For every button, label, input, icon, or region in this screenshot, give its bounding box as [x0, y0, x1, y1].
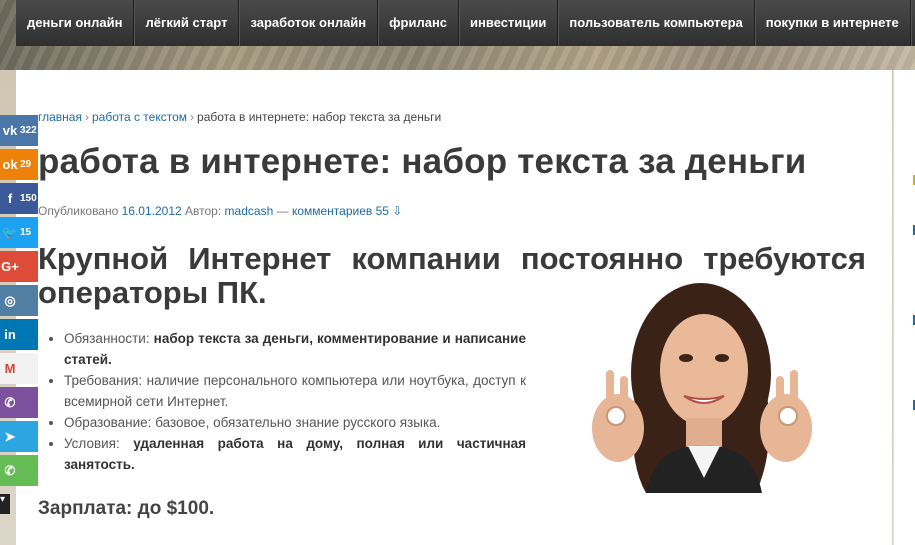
list-item-value: базовое, обязательно знание русского язы…	[155, 415, 441, 430]
breadcrumb-home[interactable]: главная	[38, 110, 82, 124]
nav-item-easy-start[interactable]: лёгкий старт	[134, 0, 240, 46]
gmail-icon: M	[4, 361, 16, 376]
share-toggle-icon[interactable]: ▾	[0, 494, 10, 514]
nav-item-freelance[interactable]: фриланс	[378, 0, 460, 46]
share-count: 150	[20, 193, 37, 204]
list-item-label: Образование:	[64, 415, 152, 430]
page-title: работа в интернете: набор текста за день…	[38, 142, 807, 181]
share-button-instagram[interactable]: ◎	[0, 285, 38, 316]
post-date-link[interactable]: 16.01.2012	[122, 204, 182, 218]
list-item-label: Условия:	[64, 436, 120, 451]
share-button-linkedin[interactable]: in	[0, 319, 38, 350]
breadcrumb-separator: ›	[190, 110, 195, 124]
meta-published-label: Опубликовано	[38, 204, 119, 218]
comments-link[interactable]: комментариев 55 ⇩	[292, 204, 402, 218]
list-item: Обязанности: набор текста за деньги, ком…	[64, 328, 526, 370]
telegram-icon: ➤	[4, 428, 16, 444]
breadcrumb: главная › работа с текстом › работа в интерн…	[38, 110, 441, 124]
share-button-viber[interactable]: ✆	[0, 387, 38, 418]
instagram-icon: ◎	[4, 292, 16, 308]
google-plus-icon: G+	[1, 259, 19, 274]
salary-text: Зарплата: до $100.	[38, 498, 215, 519]
odnoklassniki-icon: ok	[2, 157, 18, 172]
list-item-label: Обязанности:	[64, 331, 150, 346]
share-button-whatsapp[interactable]: ✆	[0, 455, 38, 486]
linkedin-icon: in	[4, 327, 16, 342]
list-item-label: Требования:	[64, 373, 143, 388]
nav-item-computer-user[interactable]: пользователь компьютера	[558, 0, 755, 46]
share-count: 322	[20, 125, 37, 136]
facebook-icon: f	[7, 191, 13, 206]
author-link[interactable]: madcash	[225, 204, 274, 218]
nav-item-investments[interactable]: инвестиции	[459, 0, 559, 46]
main-nav: деньги онлайн лёгкий старт заработок онл…	[16, 0, 915, 46]
nav-item-earn-online[interactable]: заработок онлайн	[239, 0, 379, 46]
meta-author-label: Автор:	[185, 204, 222, 218]
list-item: Требования: наличие персонального компью…	[64, 370, 526, 412]
woman-ok-gesture-photo	[576, 278, 826, 493]
vk-icon: vk	[2, 123, 18, 138]
nav-item-money-online[interactable]: деньги онлайн	[16, 0, 135, 46]
list-item: Образование: базовое, обязательно знание…	[64, 412, 526, 433]
breadcrumb-section[interactable]: работа с текстом	[92, 110, 187, 124]
share-button-gmail[interactable]: M	[0, 353, 38, 384]
nav-item-internet-shopping[interactable]: покупки в интернете	[755, 0, 911, 46]
share-button-odnoklassniki[interactable]: ok 29	[0, 149, 38, 180]
share-button-facebook[interactable]: f 150	[0, 183, 38, 214]
share-button-telegram[interactable]: ➤	[0, 421, 38, 452]
post-meta: Опубликовано 16.01.2012 Автор: madcash —…	[38, 204, 402, 218]
viber-icon: ✆	[4, 394, 16, 410]
list-item: Условия: удаленная работа на дому, полна…	[64, 433, 526, 475]
meta-separator: —	[276, 204, 289, 218]
list-item-value: удаленная работа на дому, полная или час…	[64, 436, 526, 472]
article-content: главная › работа с текстом › работа в интерн…	[16, 70, 892, 545]
twitter-icon: 🐦	[1, 224, 19, 240]
share-count: 29	[20, 159, 32, 170]
whatsapp-icon: ✆	[4, 462, 16, 478]
share-button-google-plus[interactable]: G+	[0, 251, 38, 282]
breadcrumb-current: работа в интернете: набор текста за день…	[197, 110, 442, 124]
share-button-vk[interactable]: vk 322	[0, 115, 38, 146]
share-button-twitter[interactable]: 🐦 15	[0, 217, 38, 248]
share-count: 15	[20, 227, 32, 238]
job-requirements-list: Обязанности: набор текста за деньги, ком…	[46, 328, 526, 475]
breadcrumb-separator: ›	[84, 110, 89, 124]
sidebar-edge	[893, 70, 915, 545]
social-share-bar: vk 322 ok 29 f 150 🐦 15 G+ ◎ in M ✆ ➤ ✆	[0, 115, 38, 489]
